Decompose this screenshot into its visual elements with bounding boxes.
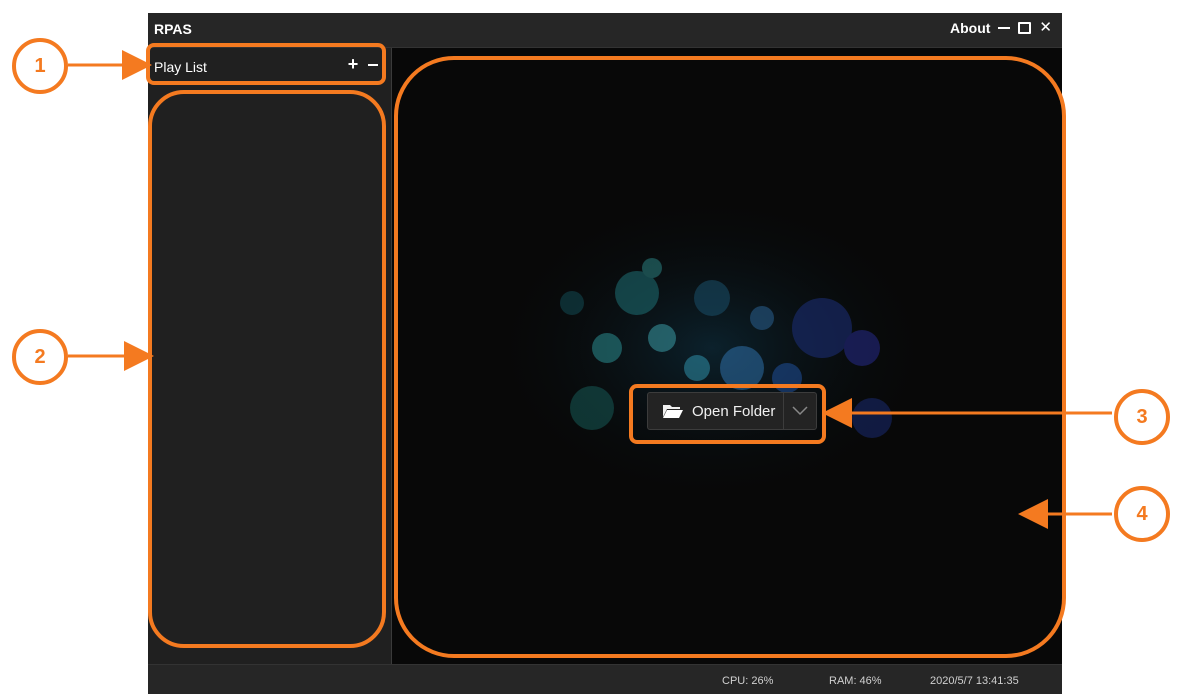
annotation-box-1: [146, 43, 386, 85]
close-icon[interactable]: ✕: [1039, 20, 1052, 35]
window-controls: About ✕: [950, 20, 1052, 36]
annotation-box-2: [148, 90, 386, 648]
app-title: RPAS: [154, 21, 192, 37]
annotation-box-4: [394, 56, 1066, 658]
ram-usage: RAM: 46%: [829, 675, 882, 687]
callout-1: 1: [12, 38, 68, 94]
callout-2: 2: [12, 329, 68, 385]
minimize-icon[interactable]: [998, 27, 1011, 29]
callout-3: 3: [1114, 389, 1170, 445]
callout-4: 4: [1114, 486, 1170, 542]
maximize-icon[interactable]: [1018, 22, 1032, 34]
status-datetime: 2020/5/7 13:41:35: [930, 675, 1019, 687]
cpu-usage: CPU: 26%: [722, 675, 774, 687]
about-button[interactable]: About: [950, 20, 990, 36]
status-bar: CPU: 26% RAM: 46% 2020/5/7 13:41:35: [148, 664, 1062, 694]
